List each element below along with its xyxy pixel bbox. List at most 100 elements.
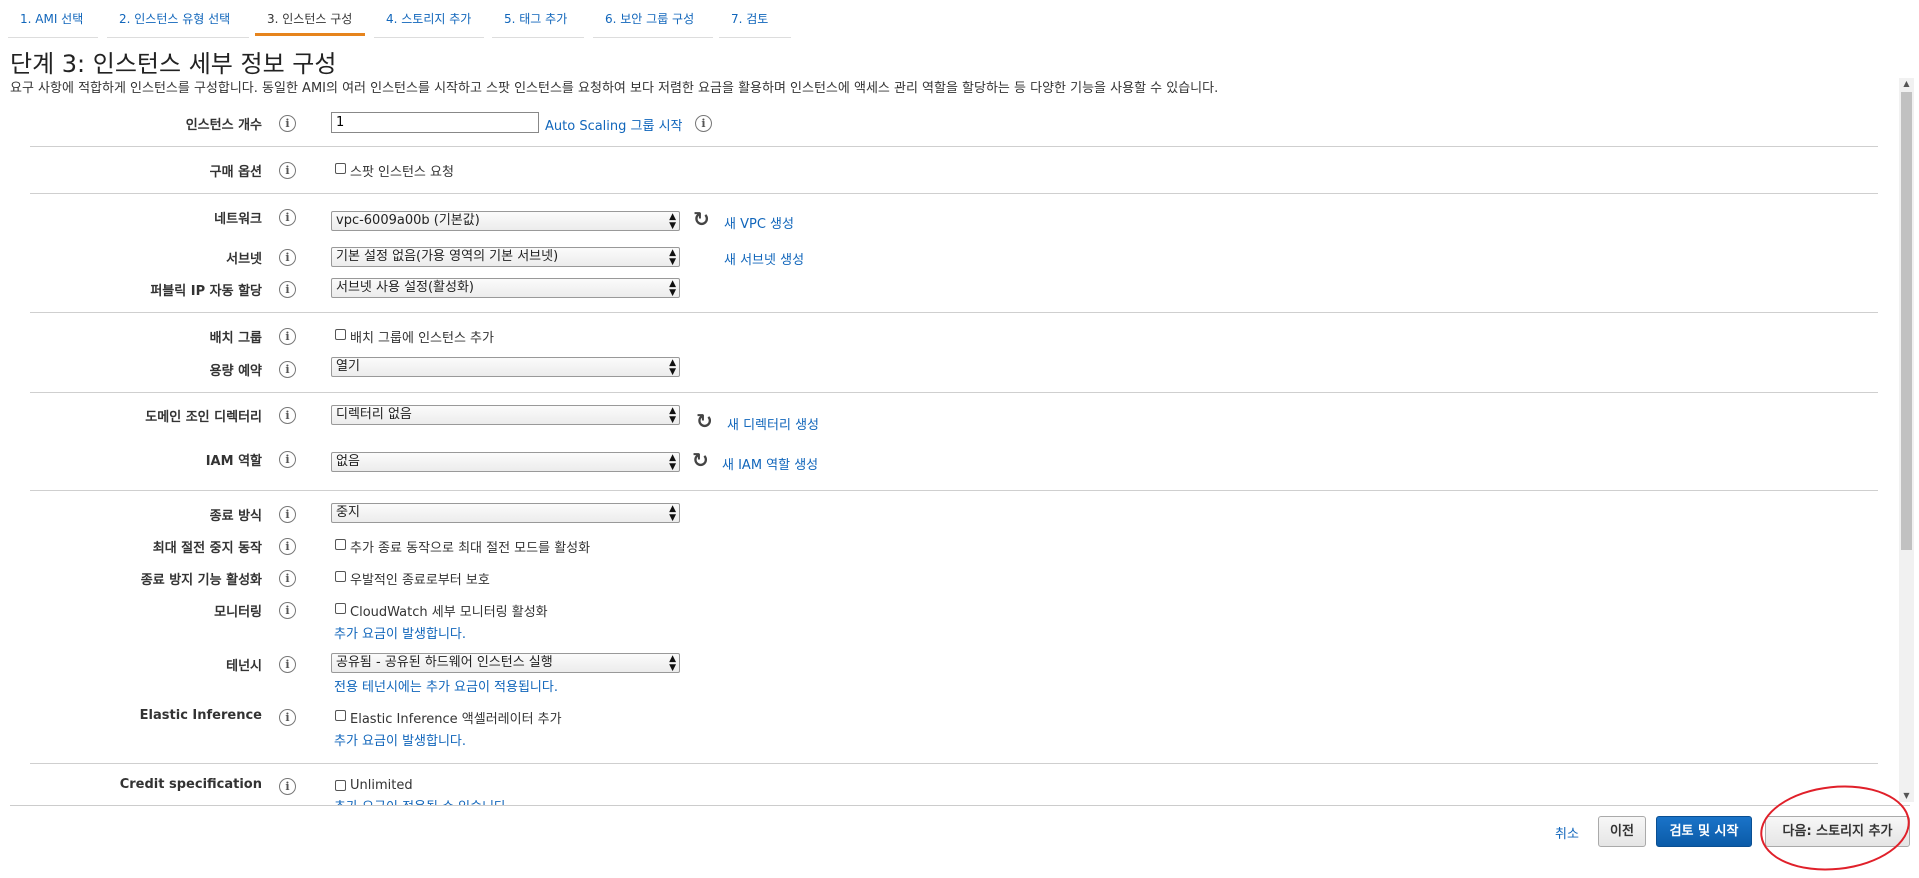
- page-title: 단계 3: 인스턴스 세부 정보 구성: [10, 50, 337, 78]
- review-and-launch-button[interactable]: 검토 및 시작: [1656, 816, 1752, 847]
- divider: [30, 193, 1878, 194]
- tab-security-group[interactable]: 6. 보안 그룹 구성: [593, 8, 713, 38]
- domain-join-label: 도메인 조인 디렉터리: [145, 410, 262, 425]
- info-icon[interactable]: i: [279, 602, 296, 619]
- purchase-option-label: 구매 옵션: [209, 165, 262, 180]
- previous-button[interactable]: 이전: [1598, 816, 1646, 847]
- monitoring-checkbox-label: CloudWatch 세부 모니터링 활성화: [350, 605, 548, 620]
- stop-hibernate-label: 최대 절전 중지 동작: [152, 541, 262, 556]
- iam-role-select[interactable]: 없음 ▲ ▼: [331, 452, 680, 472]
- info-icon[interactable]: i: [279, 538, 296, 555]
- create-iam-role-link[interactable]: 새 IAM 역할 생성: [722, 454, 818, 473]
- tenancy-select[interactable]: 공유됨 - 공유된 하드웨어 인스턴스 실행 ▲ ▼: [331, 653, 680, 673]
- divider: [30, 763, 1878, 764]
- termination-protection-checkbox[interactable]: [335, 571, 346, 582]
- info-icon[interactable]: i: [279, 506, 296, 523]
- subnet-select[interactable]: 기본 설정 없음(가용 영역의 기본 서브넷) ▲ ▼: [331, 247, 680, 267]
- create-subnet-link[interactable]: 새 서브넷 생성: [724, 249, 804, 268]
- info-icon[interactable]: i: [279, 656, 296, 673]
- iam-role-label: IAM 역할: [205, 454, 262, 469]
- divider: [30, 312, 1878, 313]
- tab-review[interactable]: 7. 검토: [719, 8, 791, 38]
- network-label: 네트워크: [214, 212, 262, 227]
- info-icon[interactable]: i: [279, 209, 296, 226]
- select-arrows-icon: ▲ ▼: [669, 504, 676, 523]
- domain-join-select[interactable]: 디렉터리 없음 ▲ ▼: [331, 405, 680, 425]
- scroll-up-icon[interactable]: ▲: [1901, 79, 1912, 88]
- tab-configure-instance[interactable]: 3. 인스턴스 구성: [255, 8, 365, 36]
- refresh-icon[interactable]: ↻: [693, 209, 710, 229]
- credit-note-clip: 추가 요금이 적용될 수 있습니다: [334, 796, 506, 805]
- elastic-inference-checkbox[interactable]: [335, 710, 346, 721]
- tab-add-tags[interactable]: 5. 태그 추가: [492, 8, 584, 38]
- annotation-circle: [1756, 778, 1914, 878]
- instance-count-label: 인스턴스 개수: [185, 118, 262, 133]
- placement-group-checkbox[interactable]: [335, 329, 346, 340]
- select-arrows-icon: ▲ ▼: [669, 279, 676, 298]
- select-arrows-icon: ▲ ▼: [669, 212, 676, 231]
- auto-scaling-link[interactable]: Auto Scaling 그룹 시작: [545, 115, 683, 134]
- shutdown-behavior-label: 종료 방식: [209, 509, 262, 524]
- info-icon[interactable]: i: [279, 451, 296, 468]
- spot-request-checkbox[interactable]: [335, 163, 346, 174]
- credit-charge-note[interactable]: 추가 요금이 적용될 수 있습니다: [334, 796, 506, 805]
- scroll-down-icon[interactable]: ▼: [1901, 791, 1912, 800]
- select-arrows-icon: ▲ ▼: [669, 406, 676, 425]
- info-icon[interactable]: i: [279, 281, 296, 298]
- info-icon[interactable]: i: [279, 328, 296, 345]
- info-icon[interactable]: i: [279, 778, 296, 795]
- tenancy-charge-note[interactable]: 전용 테넌시에는 추가 요금이 적용됩니다.: [334, 676, 558, 695]
- select-arrows-icon: ▲ ▼: [669, 358, 676, 377]
- info-icon[interactable]: i: [279, 407, 296, 424]
- capacity-reservation-label: 용량 예약: [209, 364, 262, 379]
- info-icon[interactable]: i: [279, 570, 296, 587]
- refresh-icon[interactable]: ↻: [696, 411, 713, 431]
- monitoring-label: 모니터링: [214, 605, 262, 620]
- divider: [30, 392, 1878, 393]
- termination-protection-checkbox-label: 우발적인 종료로부터 보호: [350, 573, 490, 588]
- unlimited-checkbox[interactable]: [335, 780, 346, 791]
- monitoring-charge-note[interactable]: 추가 요금이 발생합니다.: [334, 623, 466, 642]
- refresh-icon[interactable]: ↻: [692, 450, 709, 470]
- unlimited-checkbox-label: Unlimited: [350, 778, 413, 793]
- public-ip-label: 퍼블릭 IP 자동 할당: [150, 284, 262, 299]
- subnet-label: 서브넷: [226, 252, 262, 267]
- create-vpc-link[interactable]: 새 VPC 생성: [724, 213, 794, 232]
- monitoring-checkbox[interactable]: [335, 603, 346, 614]
- termination-protection-label: 종료 방지 기능 활성화: [140, 573, 262, 588]
- cancel-link[interactable]: 취소: [1555, 823, 1579, 842]
- tenancy-label: 테넌시: [226, 659, 262, 674]
- select-arrows-icon: ▲ ▼: [669, 248, 676, 267]
- spot-request-label: 스팟 인스턴스 요청: [350, 165, 454, 180]
- page-description: 요구 사항에 적합하게 인스턴스를 구성합니다. 동일한 AMI의 여러 인스턴…: [10, 81, 1219, 96]
- elastic-inference-charge-note[interactable]: 추가 요금이 발생합니다.: [334, 730, 466, 749]
- info-icon[interactable]: i: [279, 249, 296, 266]
- elastic-inference-label: Elastic Inference: [139, 708, 262, 723]
- divider: [30, 490, 1878, 491]
- hibernate-checkbox-label: 추가 종료 동작으로 최대 절전 모드를 활성화: [350, 541, 591, 556]
- credit-spec-label: Credit specification: [119, 777, 262, 792]
- public-ip-select[interactable]: 서브넷 사용 설정(활성화) ▲ ▼: [331, 278, 680, 298]
- shutdown-behavior-select[interactable]: 중지 ▲ ▼: [331, 503, 680, 523]
- hibernate-checkbox[interactable]: [335, 539, 346, 550]
- info-icon[interactable]: i: [279, 709, 296, 726]
- create-directory-link[interactable]: 새 디렉터리 생성: [727, 414, 819, 433]
- placement-group-checkbox-label: 배치 그룹에 인스턴스 추가: [350, 331, 494, 346]
- divider: [30, 146, 1878, 147]
- wizard-tabs: 1. AMI 선택 2. 인스턴스 유형 선택 3. 인스턴스 구성 4. 스토…: [0, 0, 1919, 38]
- info-icon[interactable]: i: [279, 162, 296, 179]
- select-arrows-icon: ▲ ▼: [669, 654, 676, 673]
- network-select[interactable]: vpc-6009a00b (기본값) ▲ ▼: [331, 211, 680, 231]
- footer-divider: [10, 805, 1910, 806]
- tab-ami[interactable]: 1. AMI 선택: [8, 8, 98, 38]
- placement-group-label: 배치 그룹: [209, 331, 262, 346]
- select-arrows-icon: ▲ ▼: [669, 453, 676, 472]
- instance-count-input[interactable]: [331, 112, 539, 133]
- info-icon[interactable]: i: [279, 115, 296, 132]
- tab-instance-type[interactable]: 2. 인스턴스 유형 선택: [107, 8, 249, 38]
- scrollbar-thumb[interactable]: [1901, 92, 1912, 550]
- info-icon[interactable]: i: [695, 115, 712, 132]
- capacity-reservation-select[interactable]: 열기 ▲ ▼: [331, 357, 680, 377]
- tab-add-storage[interactable]: 4. 스토리지 추가: [374, 8, 484, 38]
- info-icon[interactable]: i: [279, 361, 296, 378]
